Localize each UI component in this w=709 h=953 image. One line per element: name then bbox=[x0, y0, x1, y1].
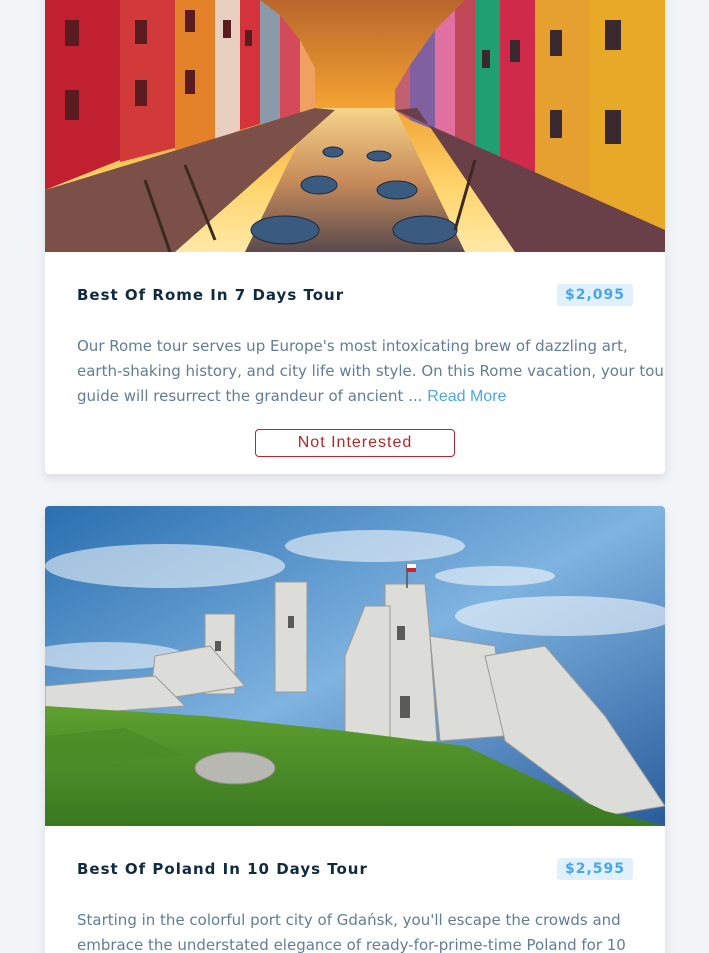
not-interested-button[interactable]: Not Interested bbox=[255, 429, 455, 457]
tour-image-castle bbox=[45, 506, 665, 826]
tour-card-poland: Best Of Poland In 10 Days Tour $2,595 St… bbox=[45, 506, 665, 953]
tour-price: $2,595 bbox=[556, 858, 633, 880]
description-line: Our Rome tour serves up Europe's most in… bbox=[77, 337, 628, 355]
description-line: earth-shaking history, and city life wit… bbox=[77, 362, 665, 380]
tour-image-canal bbox=[45, 0, 665, 252]
description-line: embrace the understated elegance of read… bbox=[77, 936, 626, 953]
description-line: Starting in the colorful port city of Gd… bbox=[77, 911, 621, 929]
tour-title: Best Of Rome In 7 Days Tour bbox=[77, 286, 345, 304]
tour-price: $2,095 bbox=[556, 284, 633, 306]
description-line: guide will resurrect the grandeur of anc… bbox=[77, 387, 423, 405]
tour-description: Starting in the colorful port city of Gd… bbox=[77, 908, 633, 953]
tour-card-rome: Best Of Rome In 7 Days Tour $2,095 Our R… bbox=[45, 0, 665, 474]
tour-title: Best Of Poland In 10 Days Tour bbox=[77, 860, 368, 878]
tour-description: Our Rome tour serves up Europe's most in… bbox=[77, 334, 665, 409]
read-more-button[interactable]: Read More bbox=[427, 388, 506, 405]
